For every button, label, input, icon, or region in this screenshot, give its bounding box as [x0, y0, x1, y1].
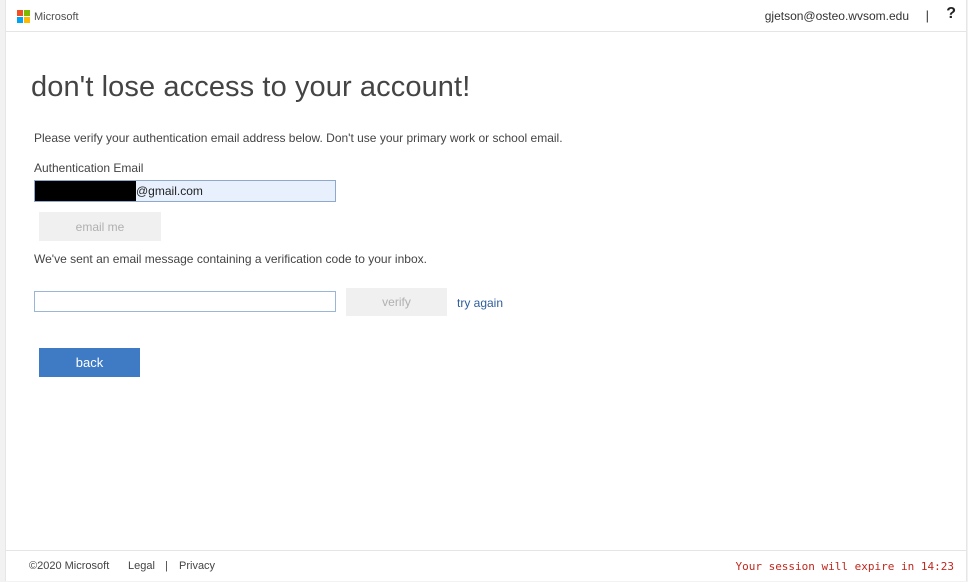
- footer: ©2020 Microsoft Legal | Privacy Your ses…: [6, 550, 966, 581]
- header-separator: |: [925, 8, 929, 23]
- intro-text: Please verify your authentication email …: [34, 131, 563, 145]
- page-title: don't lose access to your account!: [31, 71, 471, 103]
- authentication-email-label: Authentication Email: [34, 161, 144, 175]
- verify-button[interactable]: verify: [346, 288, 447, 316]
- microsoft-logo-icon: [17, 10, 30, 23]
- brand-name: Microsoft: [34, 10, 79, 23]
- page-frame: Microsoft gjetson@osteo.wvsom.edu | ? do…: [5, 0, 967, 581]
- verification-code-input[interactable]: [34, 291, 336, 312]
- signed-in-user-email: gjetson@osteo.wvsom.edu: [764, 9, 909, 23]
- try-again-link[interactable]: try again: [457, 296, 503, 310]
- sent-message: We've sent an email message containing a…: [34, 252, 427, 266]
- microsoft-logo: Microsoft: [17, 10, 79, 23]
- top-bar: Microsoft gjetson@osteo.wvsom.edu | ?: [6, 0, 966, 32]
- email-me-button[interactable]: email me: [39, 212, 161, 241]
- authentication-email-input[interactable]: @gmail.com: [34, 180, 336, 202]
- help-icon[interactable]: ?: [946, 5, 956, 23]
- redacted-text: [35, 181, 136, 201]
- privacy-link[interactable]: Privacy: [179, 560, 215, 572]
- session-expiry-warning: Your session will expire in 14:23: [735, 560, 954, 573]
- footer-separator: |: [165, 560, 168, 572]
- copyright-text: ©2020 Microsoft: [29, 560, 110, 572]
- back-button[interactable]: back: [39, 348, 140, 377]
- authentication-email-value: @gmail.com: [136, 184, 203, 198]
- legal-link[interactable]: Legal: [128, 560, 155, 572]
